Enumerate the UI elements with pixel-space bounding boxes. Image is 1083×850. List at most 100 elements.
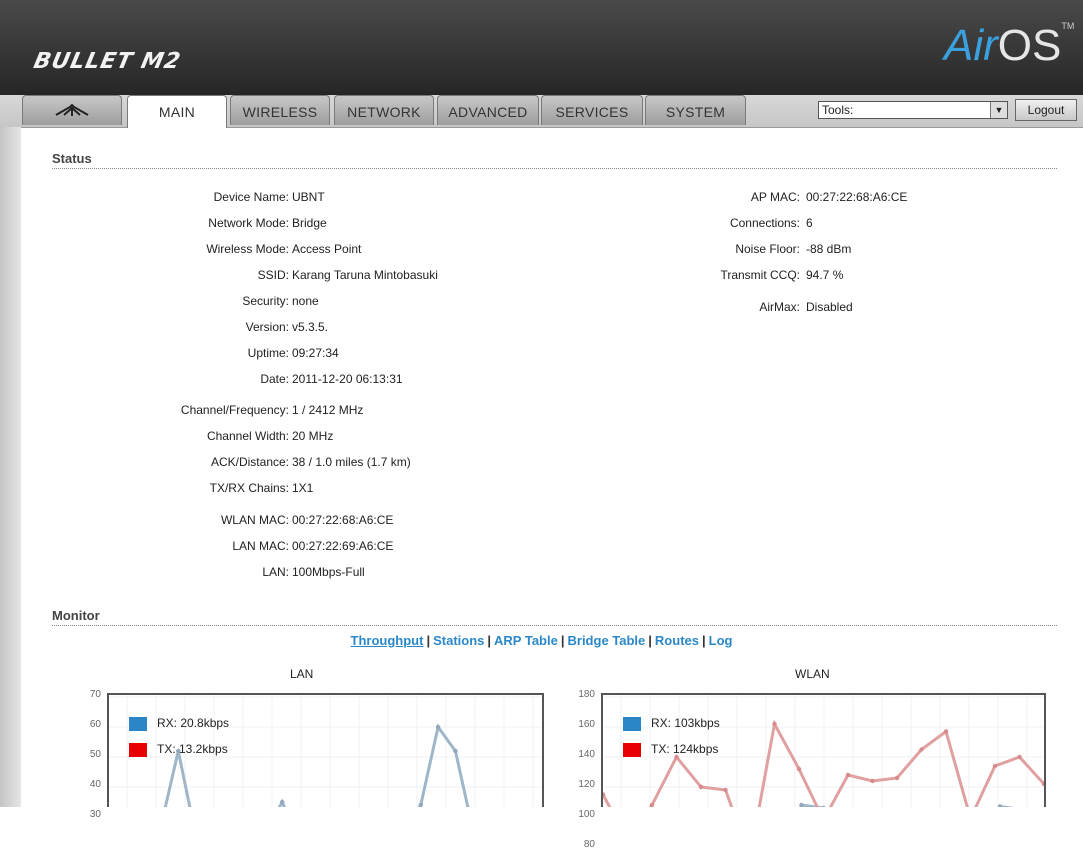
- data-point: [453, 748, 458, 754]
- status-value: 6: [806, 216, 813, 230]
- status-label: Transmit CCQ:: [720, 268, 800, 282]
- data-point: [845, 772, 851, 778]
- y-tick-label: 100: [578, 809, 595, 820]
- status-label: ACK/Distance:: [210, 455, 289, 469]
- wlan-chart-title: WLAN: [795, 667, 830, 681]
- status-label: Version:: [245, 320, 289, 334]
- status-value: 1X1: [292, 481, 314, 495]
- data-point: [894, 775, 900, 781]
- monitor-section-title: Monitor: [52, 608, 1057, 626]
- rx-swatch: [623, 716, 641, 731]
- monitor-link-stations[interactable]: Stations: [433, 633, 484, 648]
- monitor-link-arp-table[interactable]: ARP Table: [494, 633, 558, 648]
- status-label: Noise Floor:: [735, 242, 800, 256]
- data-point: [1017, 754, 1022, 760]
- tx-swatch: [623, 742, 641, 757]
- rx-swatch: [129, 716, 147, 731]
- wlan-chart: RX: 103kbps TX: 124kbps: [600, 693, 1047, 850]
- data-point: [799, 802, 804, 808]
- status-label: Date:: [260, 372, 289, 386]
- data-point: [418, 802, 423, 808]
- data-point: [796, 766, 802, 772]
- link-separator: |: [426, 633, 431, 648]
- data-point: [943, 729, 949, 734]
- status-value: 20 MHz: [292, 429, 334, 443]
- status-label: Connections:: [729, 216, 800, 230]
- status-value: Disabled: [806, 300, 853, 314]
- y-tick-label: 160: [578, 719, 595, 730]
- wlan-legend-tx: TX: 124kbps: [623, 741, 718, 757]
- data-point: [870, 778, 875, 784]
- link-separator: |: [560, 633, 565, 648]
- status-value: 94.7 %: [806, 268, 844, 282]
- status-label: AirMax:: [759, 300, 800, 314]
- tab-main[interactable]: MAIN: [127, 95, 227, 128]
- airos-logo: AirOSTM: [944, 21, 1075, 70]
- status-value: 100Mbps-Full: [292, 565, 365, 579]
- y-tick-label: 60: [89, 719, 101, 730]
- data-point: [435, 724, 441, 730]
- lan-chart: RX: 20.8kbps TX: 13.2kbps: [106, 693, 545, 844]
- status-label: Uptime:: [247, 346, 289, 360]
- status-value: 00:27:22:69:A6:CE: [292, 539, 394, 553]
- status-label: LAN MAC:: [232, 539, 289, 553]
- tab-services[interactable]: SERVICES: [541, 95, 643, 125]
- y-tick-label: 30: [89, 809, 101, 820]
- tab-advanced[interactable]: ADVANCED: [437, 95, 539, 125]
- status-section-title: Status: [52, 151, 1057, 169]
- y-tick-label: 120: [578, 779, 595, 790]
- monitor-links: Throughput | Stations | ARP Table | Bridge Tab…: [0, 633, 1083, 648]
- y-tick-label: 180: [578, 689, 595, 700]
- data-point: [649, 802, 655, 808]
- y-tick-label: 80: [583, 839, 595, 850]
- monitor-link-log[interactable]: Log: [709, 633, 733, 648]
- status-label: TX/RX Chains:: [209, 481, 289, 495]
- status-label: Channel/Frequency:: [180, 403, 289, 417]
- status-label: AP MAC:: [750, 190, 800, 204]
- status-value: 00:27:22:68:A6:CE: [292, 513, 394, 527]
- tools-select-value: Tools:: [822, 103, 854, 117]
- logout-button[interactable]: Logout: [1015, 99, 1077, 121]
- link-separator: |: [648, 633, 652, 648]
- status-value: 00:27:22:68:A6:CE: [806, 190, 908, 204]
- series-line-0: [107, 723, 544, 844]
- link-separator: |: [487, 633, 492, 648]
- status-value: v5.3.5.: [292, 320, 329, 334]
- lan-chart-title: LAN: [290, 667, 314, 681]
- status-value: 09:27:34: [292, 346, 339, 360]
- y-tick-label: 40: [89, 779, 101, 790]
- header-bar: BULLET M2 AirOSTM: [0, 0, 1083, 95]
- tab-wireless[interactable]: WIRELESS: [230, 95, 330, 125]
- link-separator: |: [701, 633, 706, 648]
- status-value: -88 dBm: [806, 242, 852, 256]
- data-point: [919, 747, 924, 752]
- status-label: LAN:: [262, 565, 289, 579]
- monitor-link-bridge-table[interactable]: Bridge Table: [568, 633, 646, 648]
- status-value: 38 / 1.0 miles (1.7 km): [292, 455, 411, 469]
- data-point: [280, 799, 285, 805]
- y-tick-label: 140: [578, 749, 595, 760]
- tab-system[interactable]: SYSTEM: [645, 95, 746, 125]
- lan-legend-tx: TX: 13.2kbps: [129, 741, 228, 757]
- dropdown-arrow-icon[interactable]: ▼: [990, 102, 1007, 118]
- status-value: 2011-12-20 06:13:31: [292, 372, 403, 386]
- monitor-link-routes[interactable]: Routes: [655, 633, 699, 648]
- tools-select[interactable]: Tools: ▼: [818, 101, 1008, 119]
- ubiquiti-logo-icon: [55, 103, 89, 116]
- monitor-link-throughput[interactable]: Throughput: [351, 633, 424, 648]
- y-tick-label: 50: [89, 749, 101, 760]
- data-point: [772, 721, 777, 727]
- data-point: [992, 763, 998, 769]
- lan-legend-rx: RX: 20.8kbps: [129, 715, 229, 731]
- tx-swatch: [129, 742, 147, 757]
- data-point: [723, 787, 728, 793]
- status-label: Channel Width:: [206, 429, 289, 443]
- wlan-legend-rx: RX: 103kbps: [623, 715, 720, 731]
- status-value: 1 / 2412 MHz: [292, 403, 364, 417]
- device-logo: BULLET M2: [31, 49, 184, 74]
- y-tick-label: 70: [89, 689, 101, 700]
- data-point: [698, 784, 704, 790]
- ubiquiti-logo-tab[interactable]: [22, 95, 122, 125]
- status-label: WLAN MAC:: [220, 513, 289, 527]
- tab-network[interactable]: NETWORK: [334, 95, 434, 125]
